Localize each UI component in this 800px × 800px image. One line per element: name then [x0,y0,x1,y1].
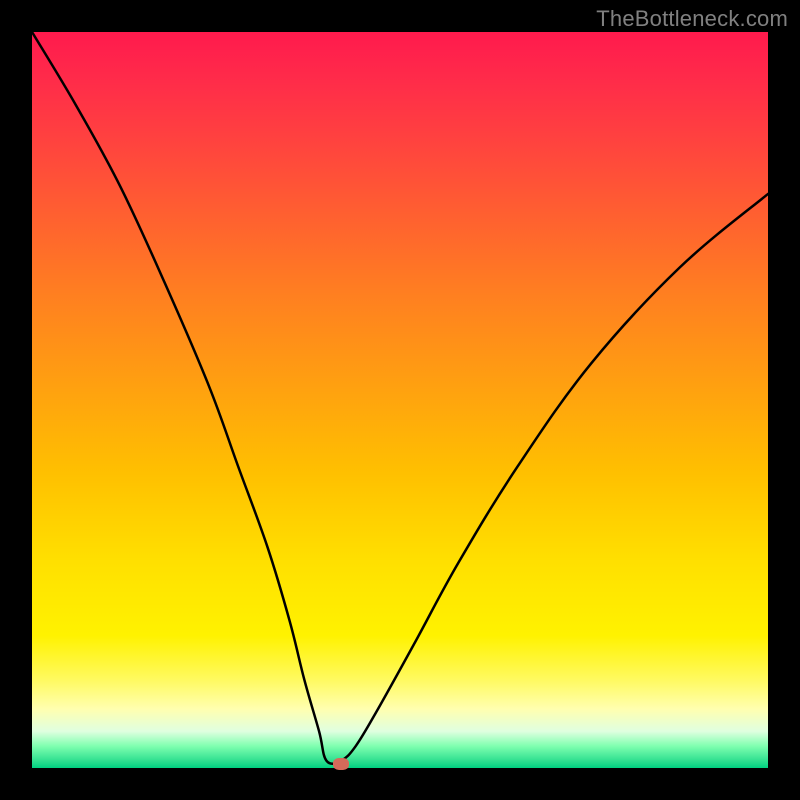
chart-frame: TheBottleneck.com [0,0,800,800]
plot-area [32,32,768,768]
watermark-text: TheBottleneck.com [596,6,788,32]
bottleneck-curve [32,32,768,768]
optimal-point-marker [333,758,349,770]
